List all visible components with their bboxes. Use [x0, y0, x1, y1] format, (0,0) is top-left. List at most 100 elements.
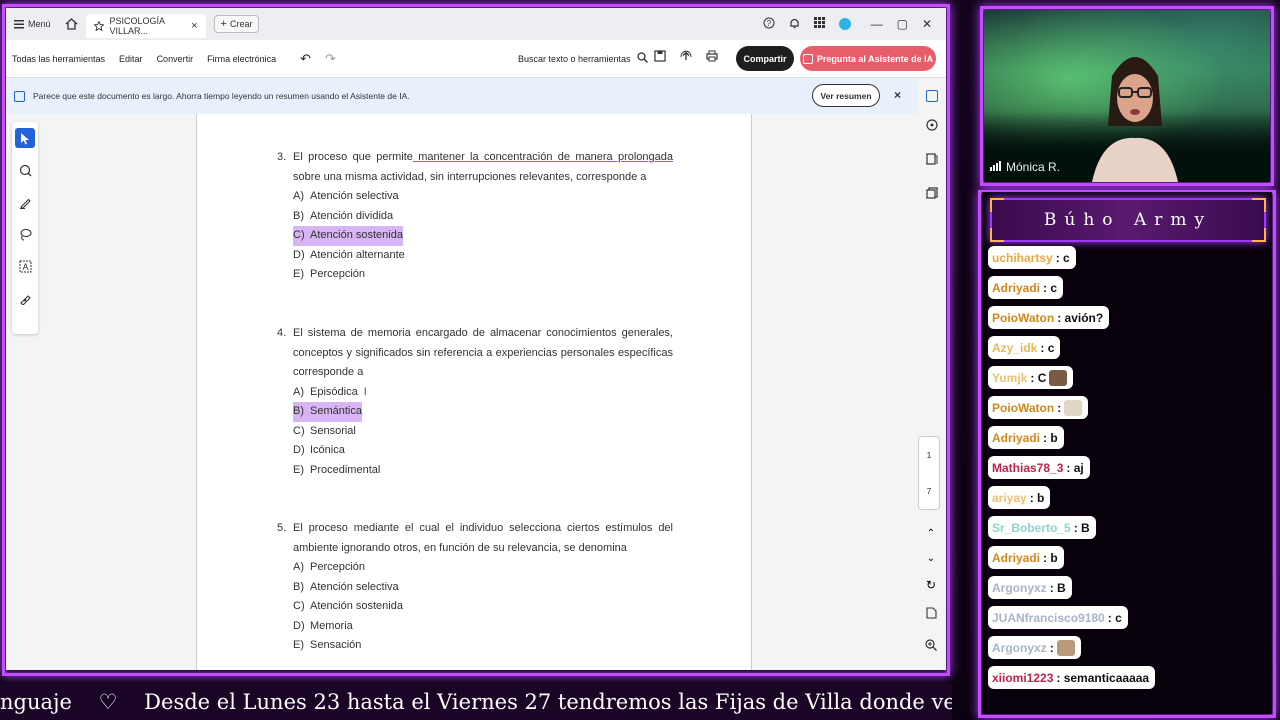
search-icon	[636, 52, 648, 65]
chat-username[interactable]: Argonyxz	[992, 581, 1047, 595]
share-button[interactable]: Compartir	[736, 46, 794, 71]
page-down-icon[interactable]: ⌄	[927, 553, 935, 564]
chat-username[interactable]: Argonyxz	[992, 641, 1047, 655]
question-number: 5.	[277, 522, 287, 534]
chat-text: : C	[1030, 370, 1047, 385]
ai-panel-icon[interactable]	[926, 90, 938, 102]
lasso-tool-icon[interactable]	[15, 224, 35, 244]
tab-close-icon[interactable]: ×	[191, 20, 197, 32]
chat-message: Argonyxz:	[988, 636, 1081, 659]
chat-username[interactable]: Adriyadi	[992, 431, 1040, 445]
bell-icon[interactable]	[789, 17, 800, 32]
upload-icon[interactable]	[680, 50, 692, 64]
chat-message: ariyay: b	[988, 486, 1051, 509]
esign-menu[interactable]: Firma electrónica	[207, 54, 276, 64]
banner-close-icon[interactable]: ×	[894, 88, 901, 102]
chat-message-row: Adriyadi: b	[988, 426, 1268, 456]
file-info-icon[interactable]	[925, 606, 937, 624]
option-text: Memoria	[310, 619, 353, 632]
current-page[interactable]: 1	[927, 450, 932, 460]
chat-message-row: ariyay: b	[988, 486, 1268, 516]
option-letter: E)	[293, 463, 304, 476]
chat-username[interactable]: Adriyadi	[992, 551, 1040, 565]
comment-tool-icon[interactable]	[15, 160, 35, 180]
page-up-icon[interactable]: ⌃	[927, 528, 935, 539]
option-text: Percepción	[310, 561, 366, 573]
minimize-icon[interactable]: —	[871, 17, 883, 31]
menu-button[interactable]: Menú	[6, 8, 59, 40]
select-tool-icon[interactable]	[15, 128, 35, 148]
chat-username[interactable]: uchihartsy	[992, 251, 1053, 265]
chat-messages: uchihartsy: c Adriyadi: c PoioWaton: avión…	[988, 246, 1268, 696]
account-avatar-icon[interactable]	[838, 18, 851, 30]
option-d: D) Icónica	[277, 441, 673, 461]
page-navigator[interactable]: 1 7	[918, 436, 940, 510]
window-close-icon[interactable]: ✕	[922, 17, 932, 31]
option-text: Icónica	[310, 444, 345, 456]
bookmarks-panel-icon[interactable]	[926, 152, 938, 170]
chat-message-row: Azy_idk: c	[988, 336, 1268, 366]
chat-username[interactable]: PoioWaton	[992, 401, 1054, 415]
help-icon[interactable]: ?	[763, 17, 775, 32]
chat-text: : c	[1043, 280, 1058, 295]
print-icon[interactable]	[706, 50, 718, 64]
question-text: El proceso que permite mantener la conce…	[293, 148, 673, 187]
chat-username[interactable]: JUANfrancisco9180	[992, 611, 1105, 625]
chat-message-row: uchihartsy: c	[988, 246, 1268, 276]
chat-text: : c	[1040, 340, 1055, 355]
cat-emote-icon	[1049, 369, 1068, 386]
chat-username[interactable]: Yumjk	[992, 371, 1027, 385]
option-text: Atención selectiva	[310, 190, 399, 202]
chat-text: : avión?	[1057, 310, 1104, 325]
option-d: D) Atención alternante	[277, 246, 673, 266]
save-icon[interactable]	[654, 50, 666, 64]
total-pages: 7	[926, 486, 932, 496]
main-toolbar: Todas las herramientas Editar Convertir …	[6, 40, 946, 78]
chat-username[interactable]: Sr_Boberto_5	[992, 521, 1071, 535]
pages-panel-icon[interactable]	[926, 186, 938, 204]
refresh-icon[interactable]: ↻	[926, 578, 936, 592]
question-underlined-text: mantener la concentración de manera prol…	[412, 151, 673, 163]
all-tools-menu[interactable]: Todas las herramientas	[12, 54, 105, 64]
chat-username[interactable]: ariyay	[992, 491, 1027, 505]
comments-panel-icon[interactable]	[926, 118, 938, 136]
pen-tool-icon[interactable]	[15, 192, 35, 212]
chat-username[interactable]: Azy_idk	[992, 341, 1037, 355]
ask-ai-button[interactable]: Pregunta al Asistente de IA	[800, 46, 936, 71]
option-letter: C)	[293, 424, 305, 437]
tab-document[interactable]: PSICOLOGÍA VILLAR... ×	[85, 14, 206, 38]
search-placeholder: Buscar texto o herramientas	[518, 53, 631, 64]
chat-message: Yumjk: C	[988, 366, 1074, 389]
option-letter: D)	[293, 444, 305, 456]
convert-menu[interactable]: Convertir	[157, 54, 194, 64]
chat-title: Búho Army	[1043, 210, 1213, 230]
redo-icon[interactable]: ↷	[325, 51, 336, 67]
question-5: 5. El proceso mediante el cual el indivi…	[277, 519, 673, 656]
document-page[interactable]: 3. El proceso que permite mantener la co…	[196, 114, 752, 670]
chat-username[interactable]: Mathias78_3	[992, 461, 1063, 475]
chat-text: :	[1049, 640, 1054, 655]
chat-username[interactable]: PoioWaton	[992, 311, 1054, 325]
maximize-icon[interactable]: ▢	[897, 17, 908, 31]
chat-title-banner: Búho Army	[990, 198, 1266, 242]
option-letter: B)	[293, 580, 304, 593]
question-text-part: sobre una misma actividad, sin interrupc…	[293, 170, 647, 183]
chat-username[interactable]: xiiomi1223	[992, 671, 1053, 685]
edit-menu[interactable]: Editar	[119, 54, 143, 64]
star-icon[interactable]	[93, 21, 104, 31]
apps-grid-icon[interactable]	[813, 17, 825, 31]
chat-username[interactable]: Adriyadi	[992, 281, 1040, 295]
undo-icon[interactable]: ↶	[300, 51, 311, 67]
corner-decoration	[1252, 228, 1266, 242]
option-c: C) Sensorial	[277, 422, 673, 442]
option-text: Percepción	[310, 268, 366, 280]
new-tab-button[interactable]: + Crear	[213, 15, 260, 33]
view-summary-button[interactable]: Ver resumen	[812, 84, 880, 107]
text-tool-icon[interactable]: A	[15, 256, 35, 276]
search-tools[interactable]: Buscar texto o herramientas	[518, 52, 648, 65]
signature-tool-icon[interactable]	[15, 288, 35, 308]
zoom-in-icon[interactable]	[925, 638, 937, 656]
banner-text: Parece que este documento es largo. Ahor…	[33, 91, 410, 101]
home-icon[interactable]	[65, 18, 78, 30]
chat-text: : semanticaaaaa	[1056, 670, 1150, 685]
